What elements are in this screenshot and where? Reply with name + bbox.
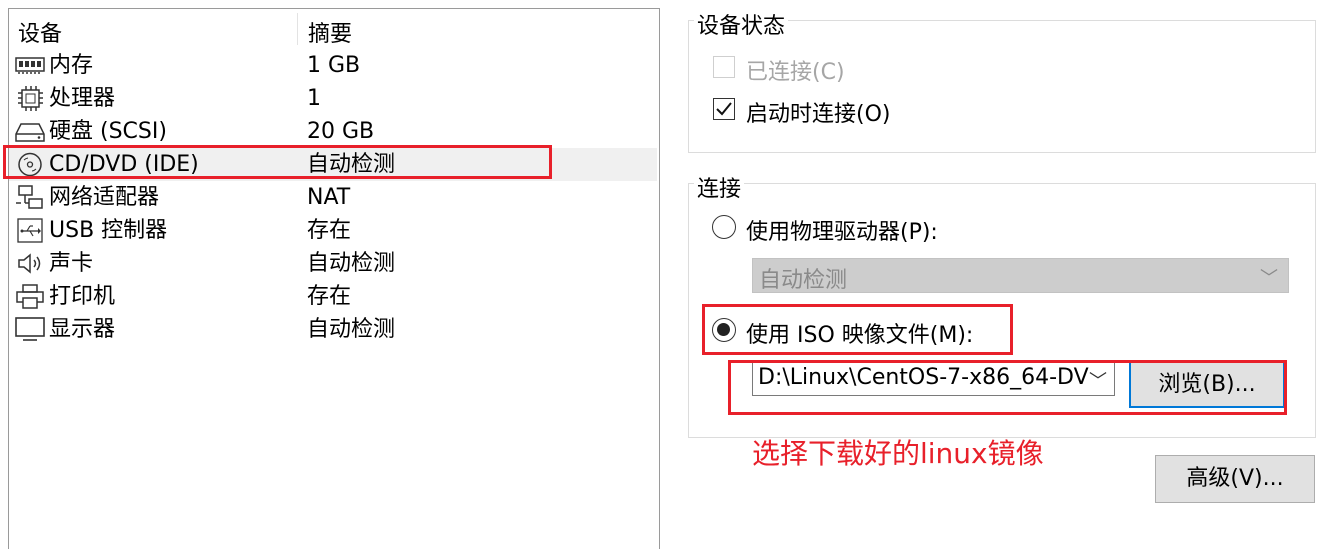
device-row-processor[interactable]: 处理器 1 [9, 82, 657, 115]
device-name: 内存 [49, 53, 94, 78]
device-summary: 1 [307, 86, 321, 111]
device-name: CD/DVD (IDE) [49, 152, 199, 177]
device-name: 处理器 [49, 86, 116, 111]
connection-title: 连接 [694, 171, 745, 203]
iso-image-radio[interactable] [712, 318, 736, 342]
device-name: 硬盘 (SCSI) [49, 119, 167, 144]
device-row-memory[interactable]: 内存 1 GB [9, 49, 657, 82]
device-name: 打印机 [49, 284, 116, 309]
device-row-display[interactable]: 显示器 自动检测 [9, 313, 657, 346]
annotation-text: 选择下载好的linux镜像 [752, 437, 1044, 470]
device-row-cd-dvd[interactable]: CD/DVD (IDE) 自动检测 [9, 148, 657, 181]
device-list-header: 设备 摘要 [9, 9, 659, 47]
usb-icon [15, 218, 45, 243]
device-summary: 存在 [307, 218, 352, 243]
device-name: 显示器 [49, 317, 116, 342]
sound-card-icon [15, 251, 45, 276]
device-row-printer[interactable]: 打印机 存在 [9, 280, 657, 313]
physical-drive-select[interactable]: 自动检测 ﹀ [752, 258, 1289, 293]
connected-label: 已连接(C) [746, 60, 845, 85]
checkmark-icon [716, 102, 732, 116]
hard-disk-icon [15, 119, 45, 144]
physical-drive-select-value: 自动检测 [759, 268, 848, 293]
iso-image-label: 使用 ISO 映像文件(M): [746, 323, 974, 348]
chevron-down-icon[interactable]: ﹀ [1089, 367, 1107, 393]
device-summary: 自动检测 [307, 317, 396, 342]
device-summary: NAT [307, 185, 351, 210]
device-list: 设备 摘要 内存 1 GB 处理器 1 硬盘 (SCSI) 20 GB CD/D… [8, 8, 660, 549]
column-divider[interactable] [297, 13, 298, 45]
printer-icon [15, 284, 45, 309]
memory-icon [15, 53, 45, 78]
browse-button[interactable]: 浏览(B)... [1129, 361, 1285, 408]
iso-path-value: D:\Linux\CentOS-7-x86_64-DV [758, 365, 1089, 390]
chevron-down-icon: ﹀ [1260, 268, 1278, 289]
processor-icon [15, 86, 45, 111]
radio-selected-dot [717, 323, 730, 336]
device-column-header[interactable]: 设备 [18, 16, 62, 48]
advanced-button[interactable]: 高级(V)... [1155, 455, 1315, 503]
device-name: USB 控制器 [49, 218, 168, 243]
display-icon [15, 317, 45, 342]
physical-drive-radio[interactable] [712, 215, 736, 239]
iso-path-combobox[interactable]: D:\Linux\CentOS-7-x86_64-DV ﹀ [752, 362, 1115, 396]
device-name: 声卡 [49, 251, 94, 276]
device-summary: 自动检测 [307, 152, 396, 177]
summary-column-header[interactable]: 摘要 [308, 16, 352, 48]
device-name: 网络适配器 [49, 185, 160, 210]
cd-dvd-icon [15, 152, 45, 177]
device-summary: 1 GB [307, 53, 361, 78]
device-summary: 20 GB [307, 119, 375, 144]
connect-at-power-on-label: 启动时连接(O) [746, 102, 891, 127]
device-status-title: 设备状态 [694, 8, 789, 40]
device-row-hard-disk[interactable]: 硬盘 (SCSI) 20 GB [9, 115, 657, 148]
device-summary: 存在 [307, 284, 352, 309]
connected-checkbox[interactable] [713, 56, 735, 78]
physical-drive-label: 使用物理驱动器(P): [746, 220, 938, 245]
network-adapter-icon [15, 185, 45, 210]
device-row-network-adapter[interactable]: 网络适配器 NAT [9, 181, 657, 214]
connect-at-power-on-checkbox[interactable] [713, 98, 735, 120]
device-summary: 自动检测 [307, 251, 396, 276]
device-row-sound-card[interactable]: 声卡 自动检测 [9, 247, 657, 280]
device-row-usb-controller[interactable]: USB 控制器 存在 [9, 214, 657, 247]
